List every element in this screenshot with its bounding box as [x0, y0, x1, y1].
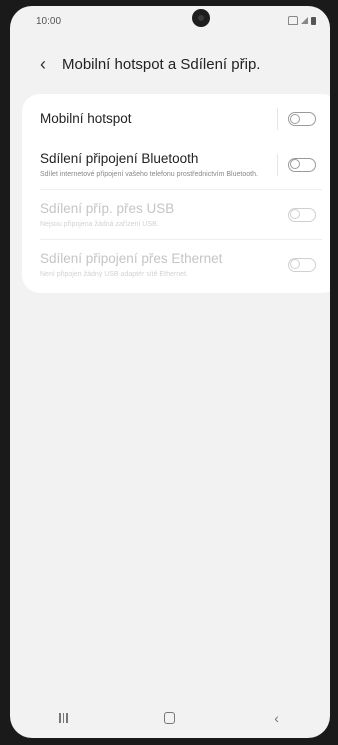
front-camera	[192, 9, 210, 27]
setting-title: Sdílení připojení přes Ethernet	[40, 251, 223, 266]
bluetooth-tethering-toggle[interactable]	[288, 157, 316, 172]
back-button[interactable]: ‹	[28, 49, 58, 79]
wifi-icon	[288, 16, 298, 25]
app-header: ‹ Mobilní hotspot a Sdílení přip.	[10, 46, 330, 82]
setting-title: Sdílení připojení Bluetooth	[40, 151, 199, 166]
setting-title: Mobilní hotspot	[40, 111, 132, 126]
ethernet-tethering-toggle	[288, 257, 316, 272]
home-button[interactable]	[150, 703, 190, 733]
page-title: Mobilní hotspot a Sdílení přip.	[62, 55, 261, 73]
usb-tethering-toggle	[288, 207, 316, 222]
nav-back-icon: ‹	[274, 710, 279, 726]
toggle-knob	[290, 209, 300, 219]
setting-mobile-hotspot[interactable]: Mobilní hotspot	[22, 98, 330, 140]
back-arrow-icon: ‹	[40, 53, 46, 74]
recents-button[interactable]	[43, 703, 83, 733]
setting-ethernet-tethering: Sdílení připojení přes Ethernet Není při…	[22, 240, 330, 289]
battery-icon	[311, 16, 316, 25]
home-icon	[164, 712, 176, 724]
setting-text: Mobilní hotspot	[40, 110, 269, 128]
status-icons	[288, 16, 316, 25]
setting-text: Sdílení příp. přes USB Nejsou připojena …	[40, 200, 269, 229]
setting-subtitle: Není připojen žádný USB adaptér sítě Eth…	[40, 271, 188, 278]
toggle-knob	[290, 113, 300, 124]
row-divider	[277, 153, 278, 176]
setting-usb-tethering: Sdílení příp. přes USB Nejsou připojena …	[22, 190, 330, 239]
nav-back-button[interactable]: ‹	[257, 703, 297, 733]
recents-icon	[59, 713, 68, 723]
signal-icon	[301, 17, 308, 24]
camera-lens	[198, 15, 204, 21]
toggle-knob	[290, 159, 300, 169]
setting-text: Sdílení připojení přes Ethernet Není při…	[40, 250, 269, 279]
setting-bluetooth-tethering[interactable]: Sdílení připojení Bluetooth Sdílet inter…	[22, 140, 330, 189]
phone-screen: 10:00 ‹ Mobilní hotspot a Sdílení přip. …	[10, 6, 330, 738]
mobile-hotspot-toggle[interactable]	[288, 112, 316, 126]
setting-subtitle: Nejsou připojena žádná zařízení USB.	[40, 221, 159, 228]
setting-text: Sdílení připojení Bluetooth Sdílet inter…	[40, 150, 269, 179]
status-time: 10:00	[36, 16, 62, 27]
navigation-bar: ‹	[10, 698, 330, 738]
row-divider	[277, 108, 278, 130]
status-bar: 10:00	[10, 6, 330, 40]
settings-card: Mobilní hotspot Sdílení připojení Blueto…	[22, 94, 330, 293]
setting-subtitle: Sdílet internetové připojení vašeho tele…	[40, 171, 258, 178]
setting-title: Sdílení příp. přes USB	[40, 201, 175, 216]
toggle-knob	[290, 259, 300, 269]
